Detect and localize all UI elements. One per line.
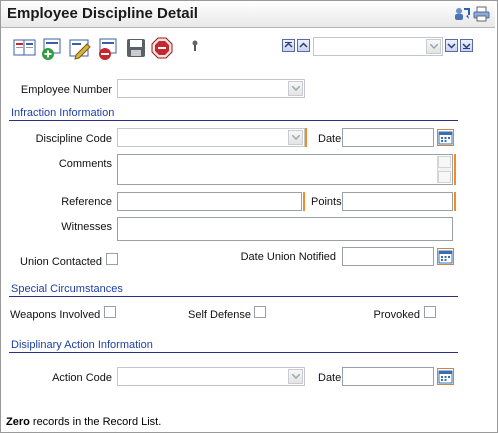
record-selector[interactable] <box>313 37 443 56</box>
self-defense-label: Self Defense <box>188 309 251 321</box>
calendar-icon[interactable] <box>437 368 454 385</box>
employee-number-select[interactable] <box>117 79 305 98</box>
comments-label: Comments <box>58 158 112 170</box>
calendar-icon[interactable] <box>437 248 454 265</box>
special-circumstances-header: Special Circumstances <box>11 283 123 295</box>
action-code-select[interactable] <box>117 367 305 386</box>
employee-number-label: Employee Number <box>20 84 112 96</box>
provoked-label: Provoked <box>373 309 420 321</box>
union-contacted-label: Union Contacted <box>20 256 102 268</box>
window-title: Employee Discipline Detail <box>7 5 198 22</box>
title-bar: Employee Discipline Detail <box>1 1 495 28</box>
infraction-section-header: Infraction Information <box>11 107 115 119</box>
discipline-code-select[interactable] <box>117 128 305 147</box>
chevron-down-icon[interactable] <box>288 130 303 145</box>
action-date-field[interactable] <box>342 367 434 386</box>
chevron-down-icon[interactable] <box>288 81 303 96</box>
required-marker <box>454 192 456 211</box>
pin-icon[interactable] <box>190 40 200 55</box>
first-record-icon[interactable] <box>282 39 295 52</box>
provoked-checkbox[interactable] <box>424 306 436 318</box>
points-field[interactable] <box>342 192 453 211</box>
required-marker <box>454 154 456 185</box>
reference-label: Reference <box>61 196 112 208</box>
date-union-notified-label: Date Union Notified <box>240 251 336 263</box>
edit-record-icon[interactable] <box>68 37 92 64</box>
date-field[interactable] <box>342 128 434 147</box>
last-record-icon[interactable] <box>460 39 473 52</box>
action-code-label: Action Code <box>52 372 112 384</box>
witnesses-field[interactable] <box>117 217 453 241</box>
weapons-involved-label: Weapons Involved <box>10 309 101 321</box>
chevron-down-icon[interactable] <box>288 369 303 384</box>
scroll-up-icon[interactable] <box>438 156 451 168</box>
points-label: Points <box>311 196 342 208</box>
comments-scrollbar[interactable] <box>437 156 451 183</box>
section-divider <box>9 352 458 353</box>
new-record-icon[interactable] <box>40 37 64 64</box>
union-contacted-checkbox[interactable] <box>106 253 118 265</box>
required-marker <box>303 192 305 211</box>
section-divider <box>9 296 458 297</box>
weapons-involved-checkbox[interactable] <box>104 306 116 318</box>
date-label: Date <box>318 133 342 145</box>
self-defense-checkbox[interactable] <box>254 306 266 318</box>
previous-record-icon[interactable] <box>297 39 310 52</box>
disciplinary-action-header: Disiplinary Action Information <box>11 339 153 351</box>
action-date-label: Date <box>318 372 342 384</box>
required-marker <box>305 128 307 147</box>
section-divider <box>9 120 458 121</box>
date-union-notified-field[interactable] <box>342 247 434 266</box>
add-record-icon[interactable] <box>12 37 36 62</box>
reference-field[interactable] <box>117 192 302 211</box>
save-icon[interactable] <box>126 38 146 61</box>
witnesses-label: Witnesses <box>61 221 112 233</box>
discipline-code-label: Discipline Code <box>35 133 112 145</box>
scroll-down-icon[interactable] <box>438 171 451 183</box>
print-icon[interactable] <box>473 6 490 22</box>
record-count-number: Zero <box>6 416 30 428</box>
delete-record-icon[interactable] <box>96 37 120 64</box>
comments-field[interactable] <box>117 154 453 185</box>
record-count-status: Zero records in the Record List. <box>6 416 161 428</box>
record-count-text: records in the Record List. <box>29 416 162 428</box>
next-record-icon[interactable] <box>445 39 458 52</box>
stop-icon[interactable] <box>151 37 173 62</box>
calendar-icon[interactable] <box>437 129 454 146</box>
refresh-users-icon[interactable] <box>453 6 470 22</box>
chevron-down-icon[interactable] <box>426 39 441 54</box>
